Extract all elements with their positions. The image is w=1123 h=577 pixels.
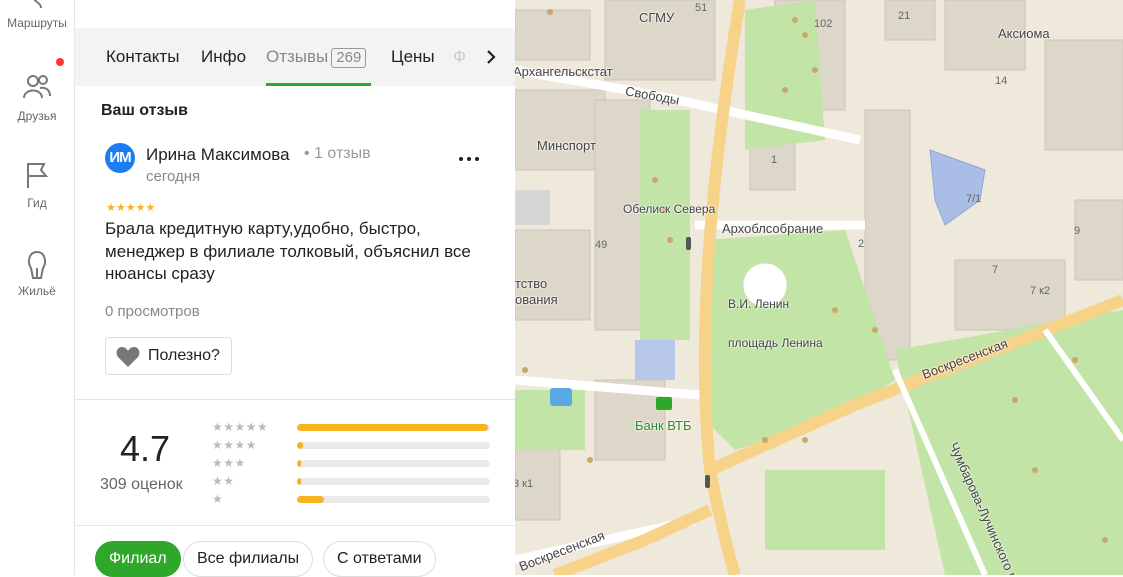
distribution-bar-fill xyxy=(297,478,301,485)
housing-icon xyxy=(28,251,46,279)
map-label-agency-2: ования xyxy=(515,292,558,307)
map-label-minsport[interactable]: Минспорт xyxy=(537,138,596,153)
review-text: Брала кредитную карту,удобно, быстро, ме… xyxy=(105,219,471,283)
map-label-arkhoblsobranie[interactable]: Архоблсобрание xyxy=(722,221,823,236)
tab-reviews[interactable]: Отзывы 269 xyxy=(266,47,367,68)
distribution-bar xyxy=(297,424,490,431)
house-number: 7 xyxy=(992,264,999,276)
avatar[interactable]: ИМ xyxy=(105,143,135,173)
rail-item-guide[interactable]: Гид xyxy=(0,160,74,210)
review-views: 0 просмотров xyxy=(105,303,200,320)
friends-icon xyxy=(23,75,51,99)
org-panel: Контакты Инфо Отзывы 269 Цены Ф Ваш отзыв… xyxy=(75,0,515,577)
more-options-icon[interactable] xyxy=(456,150,482,168)
distribution-bar-fill xyxy=(297,424,489,431)
distribution-bar-fill xyxy=(297,496,325,503)
rail-item-guide-label: Гид xyxy=(27,196,47,210)
map-label-aksioma[interactable]: Аксиома xyxy=(998,26,1050,41)
useful-button[interactable]: Полезно? xyxy=(105,337,232,375)
distribution-stars: ★★★★★ xyxy=(212,420,269,434)
filter-branch-button[interactable]: Филиал xyxy=(95,541,181,577)
rail-item-housing-label: Жильё xyxy=(18,284,56,298)
rating-value: 4.7 xyxy=(120,428,171,469)
tab-reviews-label: Отзывы xyxy=(266,47,329,66)
rail-item-routes-label: Маршруты xyxy=(7,16,67,30)
filter-with-answers-button[interactable]: С ответами xyxy=(323,541,436,577)
tab-contacts[interactable]: Контакты xyxy=(106,47,179,67)
distribution-stars: ★★★★ xyxy=(212,438,258,452)
house-number: 21 xyxy=(898,10,911,22)
house-number: 51 xyxy=(695,2,708,14)
map-label-sgmu[interactable]: СГМУ xyxy=(639,10,674,25)
notification-dot xyxy=(56,58,64,66)
house-number: 49 xyxy=(595,239,608,251)
review-author[interactable]: Ирина Максимова xyxy=(146,145,290,165)
distribution-stars: ★★ xyxy=(212,474,235,488)
filter-all-branches-button[interactable]: Все филиалы xyxy=(183,541,314,577)
chevron-right-icon[interactable] xyxy=(480,44,502,70)
distribution-bar xyxy=(297,496,490,503)
left-rail: Маршруты Друзья Гид Жильё xyxy=(0,0,75,575)
tab-prices[interactable]: Цены xyxy=(391,47,435,67)
divider xyxy=(75,399,515,400)
map-label-bank-vtb[interactable]: Банк ВТБ xyxy=(635,418,692,433)
flag-icon xyxy=(27,163,49,188)
distribution-bar xyxy=(297,442,490,449)
reviews-count-badge: 269 xyxy=(331,48,367,68)
house-number: 7/1 xyxy=(966,193,982,205)
distribution-stars: ★★★ xyxy=(212,456,246,470)
routes-icon xyxy=(33,0,42,9)
map[interactable]: СГМУ Архангельскстат Свободы Минспорт Об… xyxy=(515,0,1123,575)
house-number: 7 к2 xyxy=(1030,285,1051,297)
heart-icon xyxy=(116,347,140,367)
useful-button-label: Полезно? xyxy=(148,347,220,364)
house-number: 9 xyxy=(1074,225,1081,237)
tab-faded[interactable]: Ф xyxy=(453,47,466,67)
divider xyxy=(75,525,515,526)
rating-count: 309 оценок xyxy=(100,476,183,493)
map-label-lenin[interactable]: В.И. Ленин xyxy=(728,297,789,311)
distribution-stars: ★ xyxy=(212,492,224,506)
house-number: 3 к1 xyxy=(515,478,534,490)
distribution-bar xyxy=(297,478,490,485)
rail-item-housing[interactable]: Жильё xyxy=(0,248,74,298)
your-review-title: Ваш отзыв xyxy=(101,102,188,119)
map-label-agency: тство xyxy=(515,276,548,291)
rail-item-friends[interactable]: Друзья xyxy=(0,73,74,123)
house-number: 102 xyxy=(814,18,833,30)
map-label-obelisk[interactable]: Обелиск Севера xyxy=(623,202,715,216)
rail-item-routes[interactable]: Маршруты xyxy=(0,0,74,30)
tab-info[interactable]: Инфо xyxy=(201,47,246,67)
rail-item-friends-label: Друзья xyxy=(17,109,57,123)
review-date: сегодня xyxy=(146,168,201,185)
review-stars: ★★★★★ xyxy=(106,202,156,214)
distribution-bar-fill xyxy=(297,460,301,467)
map-label-lenin-square: площадь Ленина xyxy=(728,336,823,350)
map-label-arkhangelskstat[interactable]: Архангельскстат xyxy=(515,64,613,79)
active-tab-underline xyxy=(266,83,371,86)
house-number: 1 xyxy=(771,154,778,166)
tabs-bar: Контакты Инфо Отзывы 269 Цены Ф xyxy=(75,28,515,86)
house-number: 2 xyxy=(858,238,865,250)
distribution-bar-fill xyxy=(297,442,303,449)
review-author-meta: • 1 отзыв xyxy=(304,145,371,162)
house-number: 14 xyxy=(995,75,1008,87)
distribution-bar xyxy=(297,460,490,467)
